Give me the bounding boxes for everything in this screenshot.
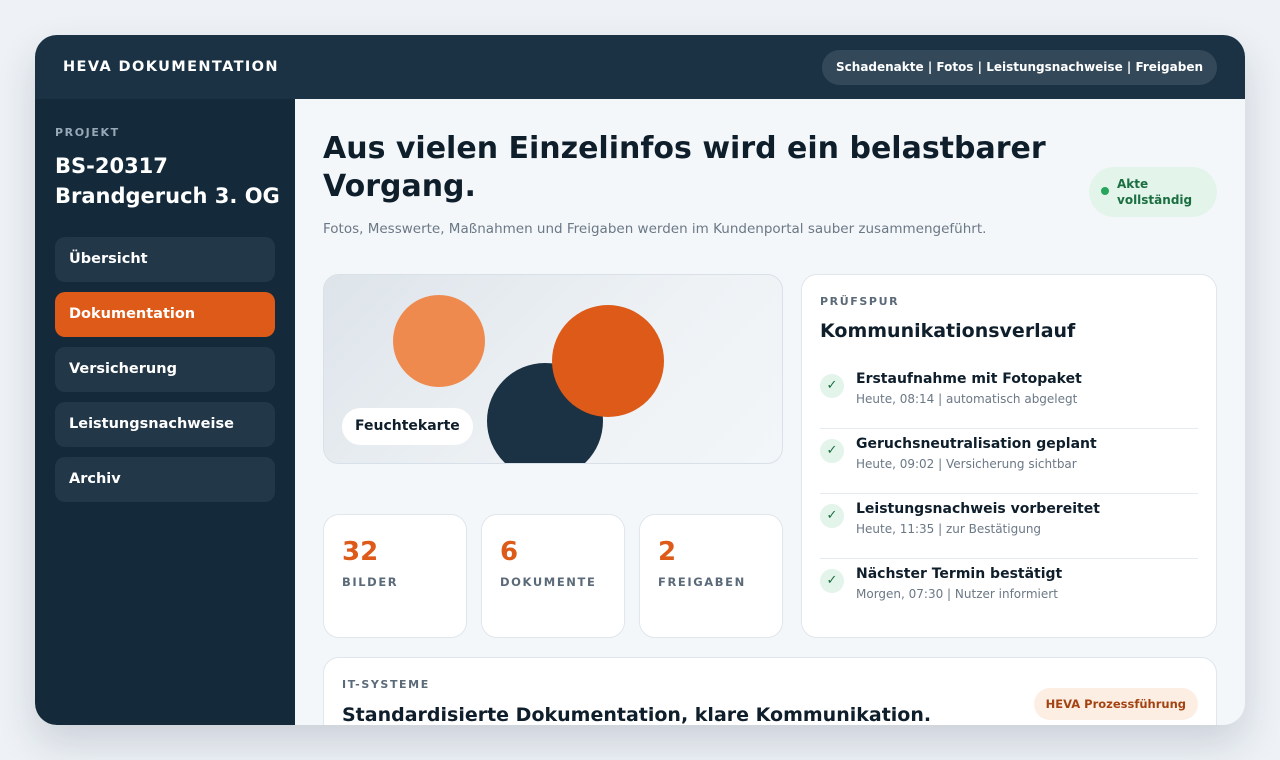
moisture-map-card[interactable]: Feuchtekarte: [323, 274, 783, 464]
timeline-item-meta: Heute, 08:14 | automatisch abgelegt: [856, 392, 1078, 406]
stat-value: 2: [658, 537, 677, 567]
timeline-item[interactable]: ✓ Nächster Termin bestätigt Morgen, 07:3…: [820, 559, 1198, 624]
process-badge[interactable]: HEVA Prozessführung: [1033, 688, 1198, 720]
top-bar: HEVA DOKUMENTATION Schadenakte | Fotos |…: [35, 35, 1245, 99]
status-badge: Akte vollständig: [1089, 167, 1217, 217]
it-systems-card: IT-SYSTEME Standardisierte Dokumentation…: [323, 657, 1217, 725]
stat-label: DOKUMENTE: [500, 575, 597, 589]
timeline-item-title: Geruchsneutralisation geplant: [856, 436, 1097, 452]
sidebar-item-leistungsnachweise[interactable]: Leistungsnachweise: [55, 402, 275, 447]
timeline-item[interactable]: ✓ Erstaufnahme mit Fotopaket Heute, 08:1…: [820, 364, 1198, 429]
project-label: PROJEKT: [55, 126, 120, 139]
app-window: HEVA DOKUMENTATION Schadenakte | Fotos |…: [35, 35, 1245, 725]
it-systems-title: Standardisierte Dokumentation, klare Kom…: [342, 704, 932, 725]
timeline-item-meta: Heute, 11:35 | zur Bestätigung: [856, 522, 1042, 536]
main-content: Aus vielen Einzelinfos wird ein belastba…: [295, 99, 1245, 725]
stat-value: 6: [500, 537, 519, 567]
timeline-item[interactable]: ✓ Leistungsnachweis vorbereitet Heute, 1…: [820, 494, 1198, 559]
status-badge-label: Akte vollständig: [1117, 177, 1193, 207]
it-systems-kicker: IT-SYSTEME: [342, 678, 430, 691]
sidebar-item-archiv[interactable]: Archiv: [55, 457, 275, 502]
stat-label: BILDER: [342, 575, 399, 589]
page-title: Aus vielen Einzelinfos wird ein belastba…: [323, 131, 1046, 204]
moisture-map-tag[interactable]: Feuchtekarte: [342, 408, 473, 445]
sidebar-item-dokumentation[interactable]: Dokumentation: [55, 292, 275, 337]
project-title: BS-20317 Brandgeruch 3. OG: [55, 154, 280, 208]
check-icon: ✓: [820, 504, 844, 528]
timeline-item-title: Leistungsnachweis vorbereitet: [856, 501, 1100, 517]
sidebar-item-versicherung[interactable]: Versicherung: [55, 347, 275, 392]
brand-logo[interactable]: HEVA DOKUMENTATION: [63, 59, 279, 75]
audit-trail-title: Kommunikationsverlauf: [820, 320, 1076, 342]
sidebar: PROJEKT BS-20317 Brandgeruch 3. OG Übers…: [35, 99, 295, 725]
audit-trail-kicker: PRÜFSPUR: [820, 295, 900, 308]
top-navigation[interactable]: Schadenakte | Fotos | Leistungsnachweise…: [822, 50, 1217, 85]
timeline-item-meta: Morgen, 07:30 | Nutzer informiert: [856, 587, 1058, 601]
hero-circle-light: [393, 295, 485, 387]
stat-label: FREIGABEN: [658, 575, 746, 589]
audit-trail-card: PRÜFSPUR Kommunikationsverlauf ✓ Erstauf…: [801, 274, 1217, 638]
status-dot-icon: [1101, 187, 1109, 195]
stat-card-approvals: 2 FREIGABEN: [639, 514, 783, 638]
timeline-item-title: Erstaufnahme mit Fotopaket: [856, 371, 1082, 387]
timeline-item-title: Nächster Termin bestätigt: [856, 566, 1063, 582]
timeline-item-meta: Heute, 09:02 | Versicherung sichtbar: [856, 457, 1077, 471]
sidebar-item-uebersicht[interactable]: Übersicht: [55, 237, 275, 282]
page-subtitle: Fotos, Messwerte, Maßnahmen und Freigabe…: [323, 221, 987, 237]
stat-card-images: 32 BILDER: [323, 514, 467, 638]
check-icon: ✓: [820, 439, 844, 463]
stat-value: 32: [342, 537, 379, 567]
timeline-item[interactable]: ✓ Geruchsneutralisation geplant Heute, 0…: [820, 429, 1198, 494]
stat-card-documents: 6 DOKUMENTE: [481, 514, 625, 638]
hero-circle-accent: [552, 305, 664, 417]
check-icon: ✓: [820, 374, 844, 398]
check-icon: ✓: [820, 569, 844, 593]
